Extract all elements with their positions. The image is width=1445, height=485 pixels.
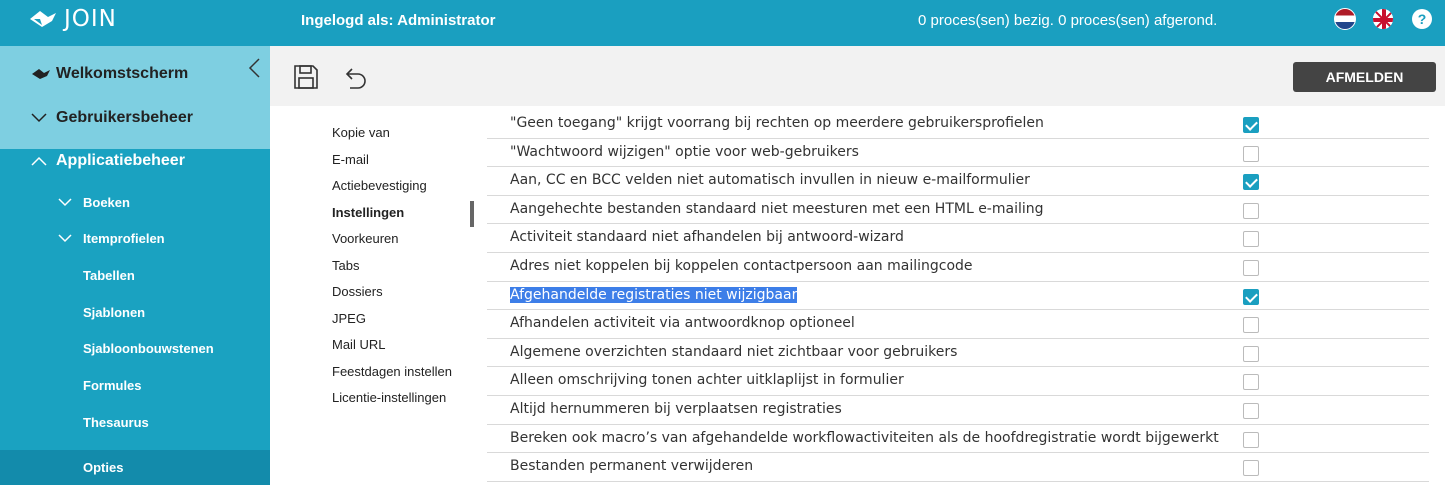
setting-label: Algemene overzichten standaard niet zich… [510, 343, 958, 360]
setting-checkbox[interactable] [1243, 259, 1259, 276]
setting-checkbox[interactable] [1243, 317, 1259, 334]
setting-label: "Wachtwoord wijzigen" optie voor web-geb… [510, 143, 859, 160]
setting-label: Aangehechte bestanden standaard niet mee… [510, 200, 1044, 217]
help-icon[interactable]: ? [1412, 9, 1432, 29]
setting-label: Altijd hernummeren bij verplaatsen regis… [510, 400, 842, 417]
setting-checkbox[interactable] [1243, 288, 1259, 305]
settings-row: Adres niet koppelen bij koppelen contact… [487, 253, 1429, 282]
subnav-item-licentie[interactable]: Licentie-instellingen [332, 385, 452, 412]
flag-uk-icon[interactable] [1372, 8, 1394, 30]
save-icon[interactable] [293, 64, 319, 90]
setting-checkbox[interactable] [1243, 231, 1259, 248]
app-logo[interactable]: JOIN [28, 6, 117, 32]
chevron-down-icon [58, 197, 72, 206]
setting-checkbox[interactable] [1243, 460, 1259, 477]
setting-checkbox[interactable] [1243, 402, 1259, 419]
setting-checkbox[interactable] [1243, 202, 1259, 219]
sidebar-item-label: Opties [83, 460, 124, 475]
setting-label: Afhandelen activiteit via antwoordknop o… [510, 315, 855, 332]
subnav-active-indicator [470, 201, 474, 227]
setting-label: Activiteit standaard niet afhandelen bij… [510, 229, 904, 246]
top-bar: JOIN Ingelogd als: Administrator 0 proce… [0, 0, 1445, 46]
settings-row: Altijd hernummeren bij verplaatsen regis… [487, 396, 1429, 425]
setting-checkbox[interactable] [1243, 431, 1259, 448]
settings-row: Activiteit standaard niet afhandelen bij… [487, 224, 1429, 253]
setting-checkbox[interactable] [1243, 145, 1259, 162]
sidebar-item-opties[interactable]: Opties [0, 450, 270, 485]
settings-row: Bestanden permanent verwijderen [487, 453, 1429, 482]
app-name: JOIN [64, 6, 117, 32]
settings-row: "Geen toegang" krijgt voorrang bij recht… [487, 110, 1429, 139]
settings-row: Aangehechte bestanden standaard niet mee… [487, 196, 1429, 225]
settings-row: Bereken ook macro’s van afgehandelde wor… [487, 425, 1429, 454]
sidebar-item-label: Applicatiebeheer [56, 152, 185, 169]
settings-row: "Wachtwoord wijzigen" optie voor web-geb… [487, 139, 1429, 168]
sidebar-item-label: Formules [83, 377, 142, 393]
sidebar-top [0, 46, 270, 149]
setting-label: Afgehandelde registraties niet wijzigbaa… [510, 286, 798, 303]
setting-label: "Geen toegang" krijgt voorrang bij recht… [510, 115, 1044, 131]
chevron-up-icon [31, 156, 47, 166]
settings-list: "Geen toegang" krijgt voorrang bij recht… [487, 110, 1429, 482]
sidebar-item-label: Itemprofielen [83, 230, 165, 246]
settings-row: Afgehandelde registraties niet wijzigbaa… [487, 282, 1429, 311]
subnav-item-jpeg[interactable]: JPEG [332, 306, 452, 333]
chevron-down-icon [58, 233, 72, 242]
subnav-item-instellingen[interactable]: Instellingen [332, 200, 452, 227]
flag-nl-icon[interactable] [1334, 8, 1356, 30]
sidebar-item-label: Gebruikersbeheer [56, 109, 193, 126]
sidebar-item-label: Thesaurus [83, 414, 149, 430]
subnav-item-e-mail[interactable]: E-mail [332, 147, 452, 174]
subnav-item-mail-url[interactable]: Mail URL [332, 332, 452, 359]
settings-row: Alleen omschrijving tonen achter uitklap… [487, 367, 1429, 396]
sidebar-item-label: Sjablonen [83, 304, 146, 320]
setting-checkbox[interactable] [1243, 174, 1259, 191]
sidebar-item-label: Boeken [83, 194, 130, 210]
sidebar-item-label: Sjabloonbouwstenen [83, 340, 214, 356]
setting-label: Adres niet koppelen bij koppelen contact… [510, 257, 973, 274]
setting-checkbox[interactable] [1243, 117, 1259, 133]
logout-button[interactable]: AFMELDEN [1293, 62, 1436, 92]
subnav-item-tabs[interactable]: Tabs [332, 253, 452, 280]
setting-label: Alleen omschrijving tonen achter uitklap… [510, 372, 904, 389]
setting-label: Bestanden permanent verwijderen [510, 458, 754, 475]
logo-icon [30, 11, 56, 27]
chevron-down-icon [31, 113, 47, 123]
subnav-item-feestdagen[interactable]: Feestdagen instellen [332, 359, 452, 386]
subnav-item-kopie-van[interactable]: Kopie van [332, 120, 452, 147]
options-subnav: Kopie van E-mail Actiebevestiging Instel… [332, 120, 452, 412]
subnav-item-voorkeuren[interactable]: Voorkeuren [332, 226, 452, 253]
home-icon [32, 69, 50, 79]
sidebar: Welkomstscherm Gebruikersbeheer Applicat… [0, 46, 270, 485]
settings-row: Algemene overzichten standaard niet zich… [487, 339, 1429, 368]
sidebar-item-label: Tabellen [83, 267, 135, 283]
setting-checkbox[interactable] [1243, 374, 1259, 391]
setting-label: Aan, CC en BCC velden niet automatisch i… [510, 172, 1030, 189]
setting-checkbox[interactable] [1243, 345, 1259, 362]
subnav-item-dossiers[interactable]: Dossiers [332, 279, 452, 306]
toolbar: AFMELDEN [270, 46, 1445, 106]
login-label: Ingelogd als: Administrator [301, 12, 496, 29]
settings-row: Aan, CC en BCC velden niet automatisch i… [487, 167, 1429, 196]
setting-label: Bereken ook macro’s van afgehandelde wor… [510, 429, 1219, 446]
settings-row: Afhandelen activiteit via antwoordknop o… [487, 310, 1429, 339]
subnav-item-actiebevestiging[interactable]: Actiebevestiging [332, 173, 452, 200]
sidebar-item-label: Welkomstscherm [56, 65, 189, 82]
undo-icon[interactable] [342, 64, 368, 90]
collapse-sidebar-icon[interactable] [247, 57, 261, 79]
process-status: 0 proces(sen) bezig. 0 proces(sen) afger… [918, 12, 1218, 29]
